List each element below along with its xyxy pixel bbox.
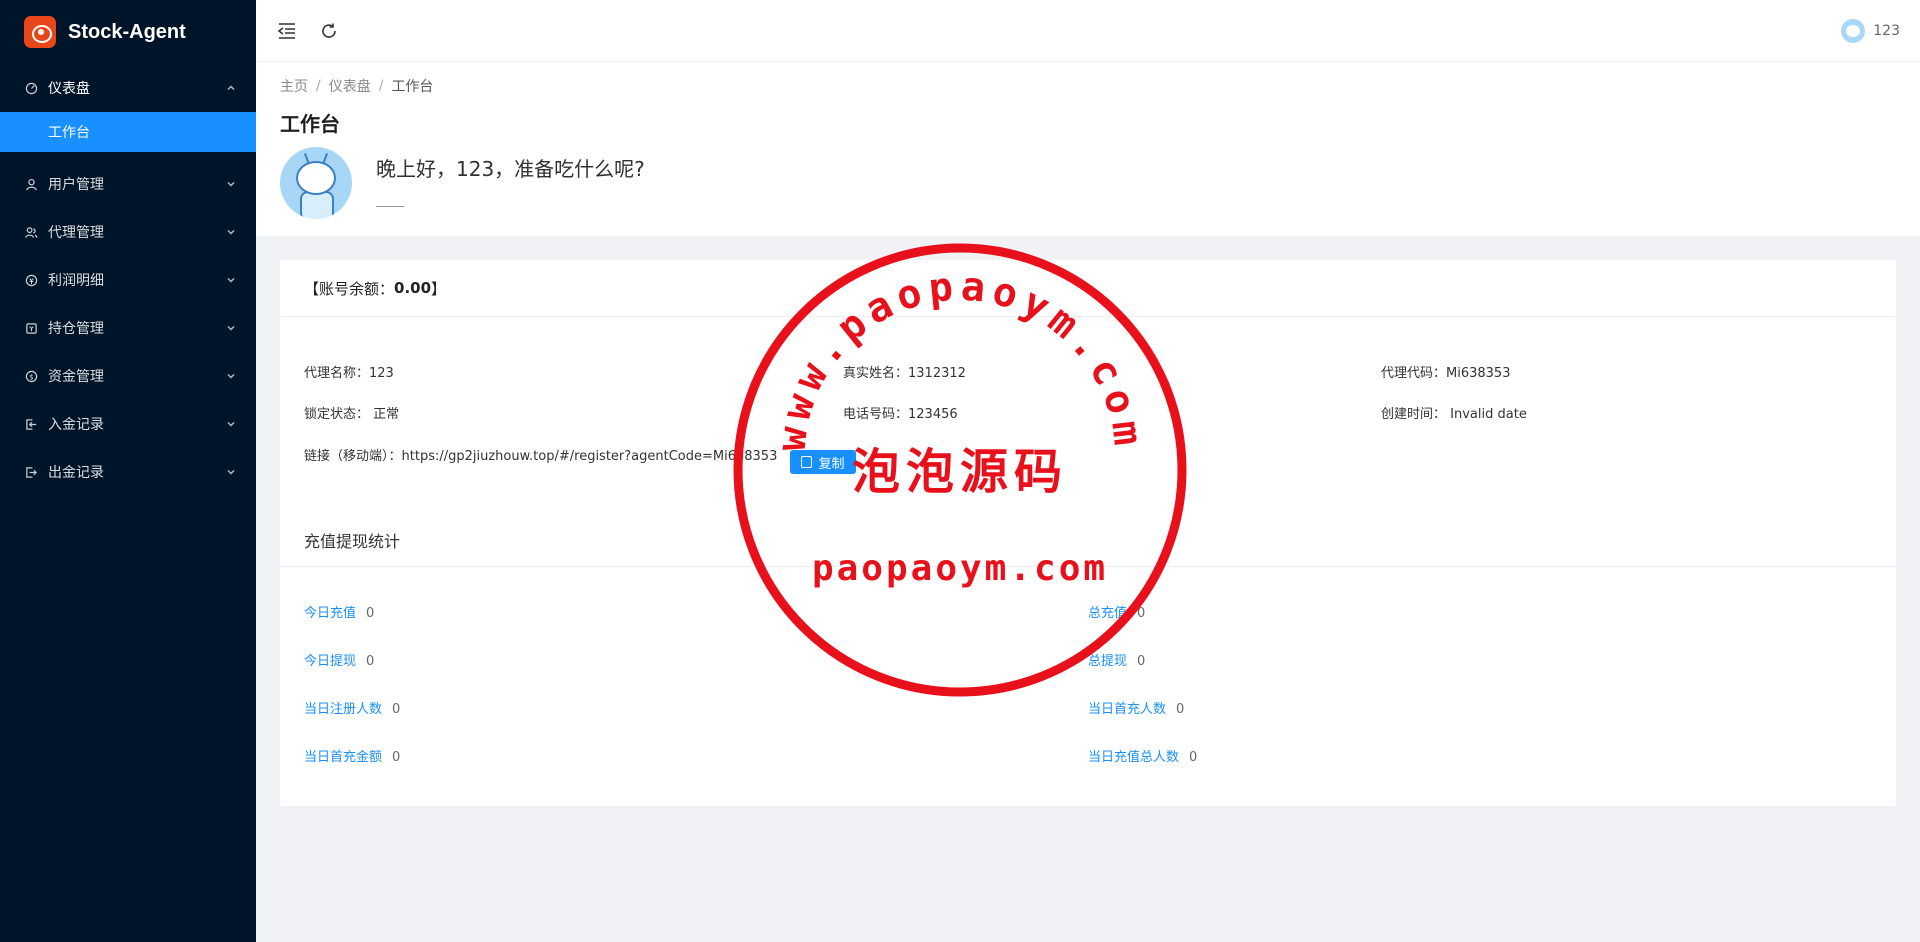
copy-link-button[interactable]: 复制 xyxy=(790,450,856,474)
sidebar-subitem-label: 工作台 xyxy=(48,125,90,141)
agent-info-grid: 代理名称：123 真实姓名：1312312 代理代码：Mi638353 锁定状态… xyxy=(280,352,1896,474)
user-icon xyxy=(24,177,38,191)
stat-today-first-deposit-amount: 当日首充金额 0 xyxy=(304,750,401,765)
info-real-name: 真实姓名：1312312 xyxy=(843,366,966,381)
sidebar-item-label: 用户管理 xyxy=(48,177,104,193)
user-name[interactable]: 123 xyxy=(1873,23,1900,39)
stat-today-deposit-users: 当日充值总人数 0 xyxy=(1088,750,1198,765)
sidebar-item-profit[interactable]: 利润明细 xyxy=(0,256,256,304)
sidebar-item-label: 出金记录 xyxy=(48,465,104,481)
copy-icon xyxy=(801,456,813,468)
sidebar-item-users[interactable]: 用户管理 xyxy=(0,160,256,208)
sidebar-item-deposits[interactable]: 入金记录 xyxy=(0,400,256,448)
withdraw-icon xyxy=(24,465,38,479)
stat-total-deposit: 总充值 0 xyxy=(1088,606,1146,621)
balance-label: 【账号余额： xyxy=(304,279,395,298)
divider xyxy=(280,566,1896,567)
info-agent-code: 代理代码：Mi638353 xyxy=(1381,366,1511,381)
info-register-link: 链接（移动端）：https://gp2jiuzhouw.top/#/regist… xyxy=(304,449,778,464)
breadcrumb-dashboard[interactable]: 仪表盘 xyxy=(329,76,371,96)
agent-info-card: 【账号余额： 0.00】 代理名称：123 真实姓名：1312312 代理代码：M… xyxy=(280,260,1896,806)
page-header: 主页 / 仪表盘 / 工作台 工作台 晚上好，123，准备吃什么呢? xyxy=(256,62,1920,236)
sidebar-item-dashboard[interactable]: 仪表盘 xyxy=(0,64,256,112)
app-logo-icon xyxy=(24,16,56,48)
chevron-down-icon xyxy=(226,275,236,285)
chevron-down-icon xyxy=(226,371,236,381)
sidebar-item-funds[interactable]: $ 资金管理 xyxy=(0,352,256,400)
team-icon xyxy=(24,225,38,239)
chevron-down-icon xyxy=(226,323,236,333)
brand[interactable]: Stock-Agent xyxy=(0,0,256,64)
position-icon xyxy=(24,321,38,335)
sidebar-item-label: 仪表盘 xyxy=(48,81,90,97)
profile-avatar xyxy=(280,147,352,219)
refresh-icon[interactable] xyxy=(318,20,340,42)
sidebar-subitem-workbench[interactable]: 工作台 xyxy=(0,112,256,152)
breadcrumb-home[interactable]: 主页 xyxy=(280,76,308,96)
balance-header: 【账号余额： 0.00】 xyxy=(280,260,1896,317)
stats-title: 充值提现统计 xyxy=(304,532,401,551)
sidebar-item-withdrawals[interactable]: 出金记录 xyxy=(0,448,256,496)
greeting-text: 晚上好，123，准备吃什么呢? xyxy=(376,157,645,181)
info-agent-name: 代理名称：123 xyxy=(304,366,394,381)
balance-value: 0.00 xyxy=(394,279,432,297)
breadcrumb: 主页 / 仪表盘 / 工作台 xyxy=(280,76,434,96)
info-created: 创建时间： Invalid date xyxy=(1381,407,1527,422)
stat-today-withdraw: 今日提现 0 xyxy=(304,654,375,669)
money-icon: $ xyxy=(24,369,38,383)
app-title: Stock-Agent xyxy=(68,20,186,43)
stat-today-first-deposit-users: 当日首充人数 0 xyxy=(1088,702,1185,717)
info-lock-status: 锁定状态： 正常 xyxy=(304,407,400,422)
chevron-down-icon xyxy=(226,419,236,429)
sidebar: Stock-Agent 仪表盘 工作台 用户管理 代理管理 利润明细 持仓管理 … xyxy=(0,0,256,942)
sidebar-item-label: 入金记录 xyxy=(48,417,104,433)
deposit-icon xyxy=(24,417,38,431)
info-phone: 电话号码：123456 xyxy=(843,407,958,422)
profit-icon xyxy=(24,273,38,287)
balance-suffix: 】 xyxy=(431,279,447,298)
chevron-down-icon xyxy=(226,467,236,477)
chevron-down-icon xyxy=(226,227,236,237)
page-title: 工作台 xyxy=(280,112,340,136)
stat-total-withdraw: 总提现 0 xyxy=(1088,654,1146,669)
breadcrumb-current: 工作台 xyxy=(391,79,434,95)
svg-text:$: $ xyxy=(29,372,34,381)
sidebar-item-agents[interactable]: 代理管理 xyxy=(0,208,256,256)
stat-today-registrations: 当日注册人数 0 xyxy=(304,702,401,717)
chevron-down-icon xyxy=(226,179,236,189)
sidebar-item-label: 代理管理 xyxy=(48,225,104,241)
sidebar-item-label: 资金管理 xyxy=(48,369,104,385)
sidebar-item-label: 利润明细 xyxy=(48,273,104,289)
sidebar-item-positions[interactable]: 持仓管理 xyxy=(0,304,256,352)
sidebar-item-label: 持仓管理 xyxy=(48,321,104,337)
menu-fold-icon[interactable] xyxy=(276,20,298,42)
chevron-up-icon xyxy=(226,83,236,93)
stat-today-deposit: 今日充值 0 xyxy=(304,606,375,621)
dashboard-icon xyxy=(24,81,38,95)
avatar[interactable] xyxy=(1841,18,1866,43)
top-header: 123 xyxy=(256,0,1920,62)
greeting-divider xyxy=(376,206,404,207)
